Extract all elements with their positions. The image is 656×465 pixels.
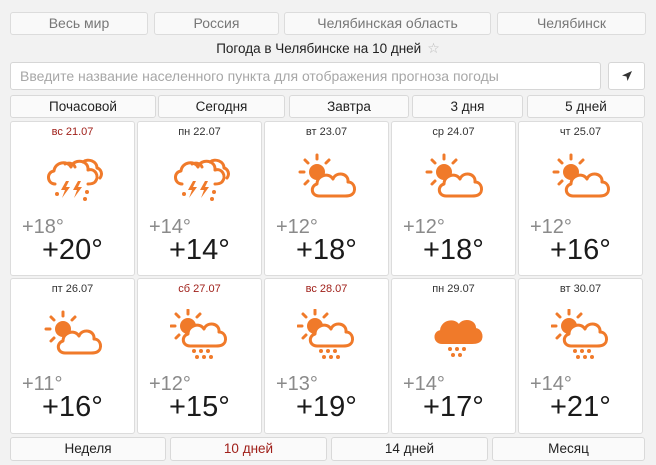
nav-city[interactable]: Челябинск (497, 12, 646, 35)
geolocation-button[interactable] (608, 62, 645, 90)
sun-cloud-rain-icon (551, 309, 613, 361)
day-date: вс 21.07 (51, 126, 94, 138)
tab-month[interactable]: Месяц (492, 437, 645, 461)
partly-cloudy-icon (551, 152, 613, 204)
temp-max: +15° (169, 391, 230, 423)
sun-cloud-rain-icon (297, 309, 359, 361)
day-date: вт 23.07 (305, 126, 348, 138)
temp-max: +16° (42, 391, 103, 423)
partly-cloudy-icon (43, 309, 105, 361)
page-title: Погода в Челябинске на 10 дней ☆ (0, 38, 656, 58)
tab-14-days[interactable]: 14 дней (331, 437, 488, 461)
day-date: вт 30.07 (559, 283, 602, 295)
thunderstorm-icon (170, 152, 232, 204)
day-card[interactable]: вт 23.07 +12° +18° (264, 121, 389, 276)
day-card[interactable]: вс 28.07 +13° +19° (264, 278, 389, 434)
partly-cloudy-icon (424, 152, 486, 204)
day-date: вс 28.07 (305, 283, 348, 295)
nav-world[interactable]: Весь мир (10, 12, 148, 35)
tab-5-days[interactable]: 5 дней (527, 95, 645, 118)
day-card[interactable]: чт 25.07 +12° +16° (518, 121, 643, 276)
tab-today[interactable]: Сегодня (158, 95, 285, 118)
sun-cloud-rain-icon (170, 309, 232, 361)
city-search-input[interactable] (10, 62, 601, 90)
temp-max: +16° (550, 234, 611, 266)
temp-max: +18° (296, 234, 357, 266)
day-card[interactable]: сб 27.07 +12° +15° (137, 278, 262, 434)
day-card[interactable]: ср 24.07 +12° +18° (391, 121, 516, 276)
temp-max: +18° (423, 234, 484, 266)
temp-max: +20° (42, 234, 103, 266)
day-card[interactable]: вт 30.07 +14° +21° (518, 278, 643, 434)
day-date: пт 26.07 (51, 283, 94, 295)
day-card[interactable]: пт 26.07 +11° +16° (10, 278, 135, 434)
day-date: ср 24.07 (432, 126, 475, 138)
favorite-star-icon[interactable]: ☆ (427, 40, 440, 56)
nav-region[interactable]: Челябинская область (284, 12, 491, 35)
temp-max: +21° (550, 391, 611, 423)
tab-tomorrow[interactable]: Завтра (289, 95, 409, 118)
day-card[interactable]: вс 21.07 +18° +20° (10, 121, 135, 276)
location-arrow-icon (621, 71, 632, 81)
day-date: чт 25.07 (559, 126, 602, 138)
temp-max: +17° (423, 391, 484, 423)
day-date: пн 22.07 (178, 126, 221, 138)
tab-10-days[interactable]: 10 дней (170, 437, 327, 461)
day-card[interactable]: пн 22.07 +14° +14° (137, 121, 262, 276)
thunderstorm-icon (43, 152, 105, 204)
temp-max: +14° (169, 234, 230, 266)
page-title-text: Погода в Челябинске на 10 дней (216, 41, 422, 56)
tab-week[interactable]: Неделя (10, 437, 166, 461)
day-date: сб 27.07 (178, 283, 221, 295)
temp-max: +19° (296, 391, 357, 423)
nav-russia[interactable]: Россия (154, 12, 279, 35)
tab-hourly[interactable]: Почасовой (10, 95, 156, 118)
tab-3-days[interactable]: 3 дня (412, 95, 523, 118)
day-date: пн 29.07 (432, 283, 475, 295)
day-card[interactable]: пн 29.07 +14° +17° (391, 278, 516, 434)
partly-cloudy-icon (297, 152, 359, 204)
cloud-rain-icon (424, 309, 486, 361)
